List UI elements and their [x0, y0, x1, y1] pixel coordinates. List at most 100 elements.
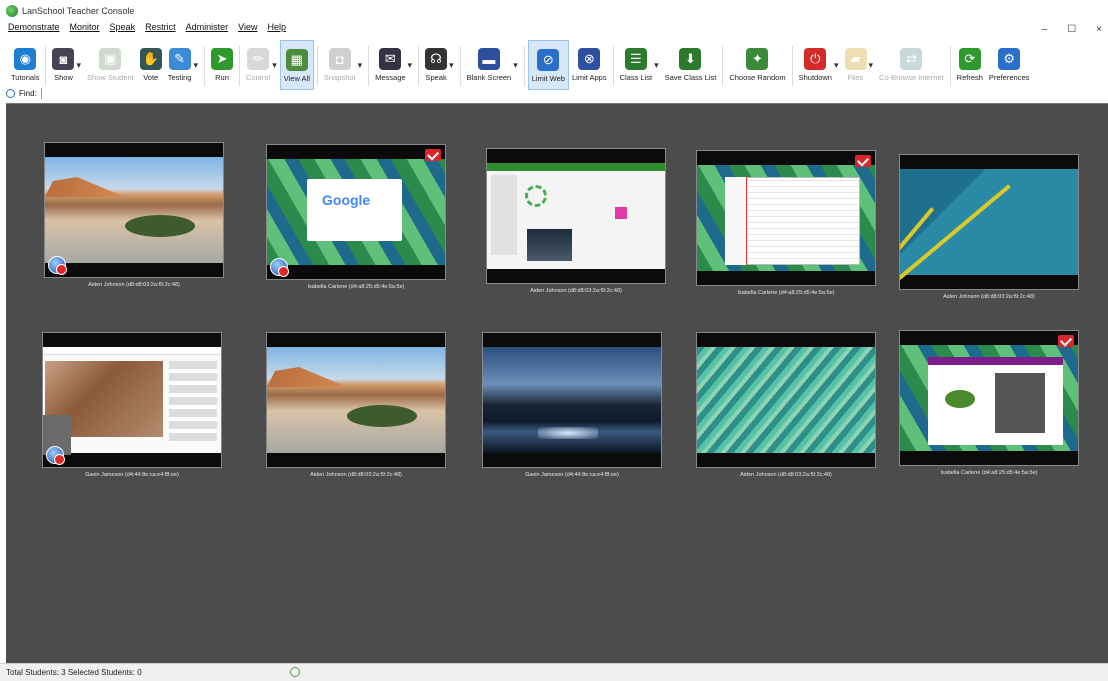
screen-detail: [169, 361, 217, 441]
toolbar-separator: [204, 46, 206, 86]
testing-button[interactable]: ✎ Testing: [165, 40, 195, 90]
teacher-console-window: LanSchool Teacher Console – ☐ × Demonstr…: [0, 0, 1108, 681]
limit-apps-icon: ⊗: [578, 48, 601, 70]
shutdown-button[interactable]: ⏻ Shutdown: [796, 40, 835, 90]
screen-detail: [43, 347, 221, 355]
camera-icon: ◘: [328, 48, 351, 70]
show-button[interactable]: ◙ Show: [49, 40, 77, 90]
toolbar-separator: [368, 46, 370, 86]
files-label: Files: [847, 73, 864, 82]
title-bar: LanSchool Teacher Console: [0, 0, 1108, 22]
student-tile[interactable]: Aiden Johnson (d8:d8:03:2a:f9:2c:48): [44, 142, 224, 288]
student-tile[interactable]: Aiden Johnson (d8:d8:03:2a:f9:2c:48): [899, 154, 1079, 300]
speak-label: Speak: [425, 73, 447, 82]
student-screen-thumbnail[interactable]: [482, 332, 662, 468]
web-limited-badge-icon: [46, 446, 65, 465]
save-class-icon: ⬇: [679, 48, 702, 70]
menu-demonstrate[interactable]: Demonstrate: [8, 22, 60, 38]
grid-icon: ▦: [285, 49, 308, 71]
screen-detail: [267, 367, 347, 387]
blank-screen-button[interactable]: ▬ Blank Screen: [464, 40, 515, 90]
message-label: Message: [375, 73, 406, 82]
maximize-icon[interactable]: ☐: [1067, 24, 1076, 35]
screen-capture-frog: [900, 345, 1078, 451]
menu-monitor[interactable]: Monitor: [70, 22, 100, 38]
student-tile[interactable]: Isabella Carlene (d4:a8:25:d5:4e:5a:5e): [696, 150, 876, 296]
find-input[interactable]: [40, 87, 81, 99]
view-all-button[interactable]: ▦ View All: [279, 40, 314, 90]
status-text: Total Students: 3 Selected Students: 0: [6, 668, 142, 677]
find-label: Find:: [19, 88, 37, 98]
student-tile[interactable]: Google Isabella Carlene (d4:a8:25:d5:4e:5…: [266, 144, 446, 290]
student-screen-thumbnail[interactable]: [44, 142, 224, 278]
refresh-button[interactable]: ⟳ Refresh: [954, 40, 986, 90]
save-class-list-button[interactable]: ⬇ Save Class List: [662, 40, 720, 90]
student-screen-thumbnail[interactable]: Google: [266, 144, 446, 280]
gmail-badge-icon: [855, 155, 871, 167]
minimize-icon[interactable]: –: [1042, 24, 1048, 35]
control-button[interactable]: ✏ Control: [243, 40, 273, 90]
student-tile[interactable]: Gavin Jameson (d4:44:8e:ca:e4:f8:ee): [42, 332, 222, 478]
run-button[interactable]: ➤ Run: [208, 40, 236, 90]
student-screen-thumbnail[interactable]: [696, 332, 876, 468]
student-screen-thumbnail[interactable]: [266, 332, 446, 468]
choose-random-label: Choose Random: [729, 73, 786, 82]
snapshot-button[interactable]: ◘ Snapshot: [321, 40, 359, 90]
menu-restrict[interactable]: Restrict: [145, 22, 176, 38]
toolbar-separator: [722, 46, 724, 86]
student-screen-thumbnail[interactable]: [899, 154, 1079, 290]
student-name-label: Aiden Johnson (d8:d8:03:2a:f9:2c:48): [740, 472, 832, 478]
menu-administer[interactable]: Administer: [186, 22, 229, 38]
blank-screen-label: Blank Screen: [466, 73, 512, 82]
screen-detail: [900, 169, 1078, 275]
toolbar-separator: [418, 46, 420, 86]
tutorials-button[interactable]: ◉ Tutorials: [8, 40, 42, 90]
limit-apps-button[interactable]: ⊗ Limit Apps: [569, 40, 610, 90]
vote-button[interactable]: ✋ Vote: [137, 40, 165, 90]
student-screen-thumbnail[interactable]: [899, 330, 1079, 466]
student-tile[interactable]: Aiden Johnson (d8:d8:03:2a:f9:2c:48): [696, 332, 876, 478]
pencil-icon: ✏: [247, 48, 270, 70]
menu-bar: Demonstrate Monitor Speak Restrict Administe…: [0, 22, 286, 38]
status-bar: Total Students: 3 Selected Students: 0: [0, 663, 1108, 681]
preferences-button[interactable]: ⚙ Preferences: [986, 40, 1032, 90]
student-name-label: Gavin Jameson (d4:44:8e:ca:e4:f8:ee): [525, 472, 619, 478]
class-list-button[interactable]: ☰ Class List: [617, 40, 656, 90]
student-name-label: Isabella Carlene (d4:a8:25:d5:4e:5a:5e): [737, 290, 835, 296]
screen-capture-youtube: [43, 347, 221, 455]
menu-help[interactable]: Help: [267, 22, 286, 38]
student-tile[interactable]: Isabella Carlene (d4:a8:25:d5:4e:5a:5e): [899, 330, 1079, 476]
speak-button[interactable]: ☊ Speak: [422, 40, 450, 90]
app-logo-icon: [6, 5, 18, 17]
menu-speak[interactable]: Speak: [110, 22, 136, 38]
limit-web-button[interactable]: ⊘ Limit Web: [527, 40, 569, 90]
student-tile[interactable]: Aiden Johnson (d8:d8:03:2a:f9:2c:48): [486, 148, 666, 294]
show-label: Show: [54, 73, 73, 82]
toolbar: ◉ Tutorials ◙ Show ▾ ▣ Show Student ✋ Vote ✎ Testi…: [0, 40, 1108, 92]
toolbar-separator: [949, 46, 951, 86]
control-label: Control: [246, 73, 271, 82]
files-button[interactable]: ▰ Files: [842, 40, 870, 90]
class-list-icon: ☰: [624, 48, 647, 70]
random-icon: ✦: [746, 48, 769, 70]
headset-icon: ☊: [425, 48, 448, 70]
student-tile[interactable]: Gavin Jameson (d4:44:8e:ca:e4:f8:ee): [482, 332, 662, 478]
message-icon: ✉: [379, 48, 402, 70]
student-tile[interactable]: Aiden Johnson (d8:d8:03:2a:f9:2c:48): [266, 332, 446, 478]
gmail-badge-icon: [1058, 335, 1074, 347]
refresh-icon: ⟳: [958, 48, 981, 70]
screen-detail: [125, 215, 195, 237]
menu-view[interactable]: View: [238, 22, 257, 38]
student-screen-thumbnail[interactable]: [486, 148, 666, 284]
show-student-button[interactable]: ▣ Show Student: [84, 40, 137, 90]
choose-random-button[interactable]: ✦ Choose Random: [726, 40, 788, 90]
student-screen-thumbnail[interactable]: [696, 150, 876, 286]
co-browse-button[interactable]: ⇄ Co-Browse Internet: [876, 40, 947, 90]
refresh-status-icon: [290, 667, 300, 677]
close-icon[interactable]: ×: [1096, 24, 1102, 35]
message-button[interactable]: ✉ Message: [372, 40, 408, 90]
refresh-label: Refresh: [956, 73, 983, 82]
student-screen-thumbnail[interactable]: [42, 332, 222, 468]
power-icon: ⏻: [804, 48, 827, 70]
student-name-label: Gavin Jameson (d4:44:8e:ca:e4:f8:ee): [85, 472, 179, 478]
